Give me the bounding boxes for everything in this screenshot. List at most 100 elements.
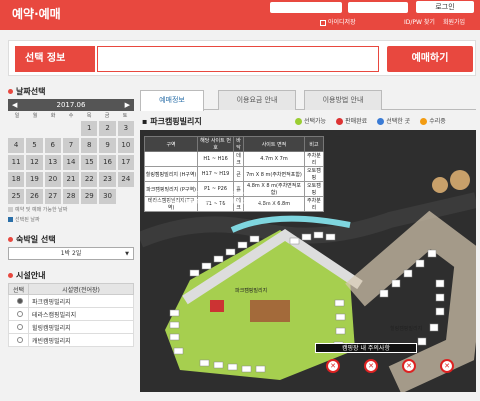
weekday: 토 (122, 113, 128, 119)
next-month-button[interactable]: ▶ (125, 101, 130, 109)
calendar-day[interactable]: 8 (81, 138, 98, 153)
calendar-empty-cell (8, 121, 24, 136)
selection-panel: 선택 정보 예매하기 (8, 40, 476, 76)
stay-value: 1박 2일 (60, 250, 82, 257)
facility-table: 선택 시설명(전어장) 파크캠핑빌리지 테라스캠핑빌리지 힐링캠핑빌리지 캐빈캠핑… (8, 283, 134, 347)
checkbox-icon (320, 19, 326, 26)
legend-marker (295, 118, 302, 125)
calendar-header: ◀ 2017.06 ▶ (8, 99, 134, 111)
caution-item: ✕ (432, 359, 462, 374)
find-id-pw-link[interactable]: ID/PW 찾기 (404, 17, 435, 26)
calendar-day[interactable]: 26 (26, 189, 43, 204)
calendar-day[interactable]: 22 (81, 172, 98, 187)
main-content: 예매정보 이용요금 안내 이용방법 안내 ▪ 파크캠핑빌리지 선택가능 판매완료… (140, 86, 476, 396)
facility-section-title: 시설안내 (8, 270, 134, 283)
legend-available: 예약 및 예매 가능한 날짜 (8, 206, 134, 214)
radio-button[interactable] (17, 324, 23, 330)
top-bar: 예약·예매 로그인 아이디저장 ID/PW 찾기 회원가입 (0, 0, 480, 30)
map-legend: 선택가능 판매완료 선택한 곳 수리중 (295, 116, 446, 125)
table-row[interactable]: 테라스캠핑빌리지 (8, 307, 134, 321)
column-header: 사이트 면적 (243, 136, 305, 152)
calendar-day[interactable]: 6 (44, 138, 61, 153)
column-header: 바닥 (233, 136, 245, 152)
calendar-empty-cell (45, 121, 61, 136)
calendar-day[interactable]: 10 (117, 138, 134, 153)
calendar-day[interactable]: 16 (99, 155, 116, 170)
calendar-day[interactable]: 4 (8, 138, 25, 153)
calendar-day[interactable]: 14 (62, 155, 80, 170)
column-header: 해당 사이트 번호 (197, 136, 235, 152)
table-row[interactable]: 힐링캠핑빌리지 (8, 320, 134, 334)
selection-label: 선택 정보 (15, 46, 95, 72)
save-id-label: 아이디저장 (328, 19, 356, 26)
calendar-day[interactable]: 5 (26, 138, 43, 153)
calendar-day[interactable]: 15 (81, 155, 98, 170)
calendar-day[interactable]: 12 (26, 155, 43, 170)
calendar-day[interactable]: 20 (44, 172, 61, 187)
tab-booking-info[interactable]: 예매정보 (140, 90, 204, 111)
radio-button[interactable] (17, 337, 23, 343)
calendar-day[interactable]: 27 (44, 189, 61, 204)
weekday: 목 (86, 113, 92, 119)
calendar-weekdays: 일 월 화 수 목 금 토 (8, 111, 134, 121)
join-link[interactable]: 회원가입 (443, 17, 465, 26)
weekday: 화 (50, 113, 56, 119)
radio-button[interactable] (17, 298, 23, 304)
calendar-day[interactable]: 11 (8, 155, 25, 170)
table-row[interactable]: 캐빈캠핑빌리지 (8, 333, 134, 347)
calendar-day[interactable]: 9 (99, 138, 116, 153)
login-button[interactable]: 로그인 (416, 1, 474, 13)
date-section-title: 날짜선택 (8, 86, 134, 99)
available-swatch (8, 207, 13, 212)
password-input[interactable] (348, 2, 408, 13)
bullet-icon (8, 89, 13, 94)
legend-selected: 선택된 날짜 (8, 216, 134, 224)
stay-select[interactable]: 1박 2일 ▼ (8, 247, 134, 260)
save-id-checkbox[interactable]: 아이디저장 (320, 17, 356, 26)
weekday: 수 (68, 113, 74, 119)
calendar-day[interactable]: 30 (99, 189, 116, 204)
calendar-grid: 1 2 3 4 5 6 7 8 9 10 11 12 13 14 15 16 17 18 19 20 21 22 23 24 2… (8, 121, 134, 204)
calendar-day[interactable]: 25 (8, 189, 25, 204)
calendar-day[interactable]: 17 (117, 155, 134, 170)
user-id-input[interactable] (270, 2, 342, 13)
legend-available: 선택가능 (295, 116, 326, 125)
calendar-day[interactable]: 28 (62, 189, 80, 204)
tab-fee-guide[interactable]: 이용요금 안내 (218, 90, 296, 110)
tab-bar: 예매정보 이용요금 안내 이용방법 안내 (140, 86, 476, 111)
calendar-day[interactable]: 2 (99, 121, 116, 136)
legend-sold: 판매완료 (336, 116, 367, 125)
calendar-day[interactable]: 1 (81, 121, 98, 136)
left-column: 날짜선택 ◀ 2017.06 ▶ 일 월 화 수 목 금 토 123456789… (8, 86, 134, 401)
calendar-day[interactable]: 21 (62, 172, 80, 187)
weekday: 일 (14, 113, 20, 119)
tab-usage-guide[interactable]: 이용방법 안내 (304, 90, 382, 110)
note: • 사이트 이용요금에는 주차요금(1대)까지 포함되어 있습니다. (146, 199, 276, 205)
map-label-right: 힐링캠핑빌리지 (390, 325, 422, 332)
calendar-day[interactable]: 19 (26, 172, 43, 187)
table-row: H1 ~ H16 데크 4.7m X 7m 주차분리 (143, 151, 325, 167)
calendar-day[interactable]: 24 (117, 172, 134, 187)
calendar-day[interactable]: 13 (44, 155, 61, 170)
column-header: 비고 (303, 136, 325, 152)
reserve-button[interactable]: 예매하기 (387, 46, 473, 72)
calendar-day[interactable]: 18 (8, 172, 25, 187)
bullet-icon (8, 237, 13, 242)
table-row: 힐링캠핑빌리지 (H구역) H17 ~ H19 큰 7m X 8 m(주차면적포함) 오… (143, 166, 325, 182)
prev-month-button[interactable]: ◀ (12, 101, 17, 109)
calendar-day[interactable]: 3 (117, 121, 134, 136)
calendar-day[interactable]: 7 (62, 138, 80, 153)
logo: 예약·예매 (12, 7, 61, 21)
content-title: ▪ 파크캠핑빌리지 (142, 117, 202, 126)
radio-button[interactable] (17, 311, 23, 317)
selected-swatch (8, 217, 13, 222)
notes: • 기준면적은 사이트에 따라 다소 차이가 있을 수 있습니다. • 사이트 … (146, 190, 276, 206)
legend-marker (420, 118, 428, 125)
table-row[interactable]: 파크캠핑빌리지 (8, 294, 134, 308)
chevron-down-icon: ▼ (125, 251, 129, 257)
column-header: 구역 (143, 136, 199, 152)
calendar-day[interactable]: 23 (99, 172, 116, 187)
calendar-day[interactable]: 29 (81, 189, 98, 204)
no-trash-icon: ✕ (440, 359, 454, 373)
map-label-center: 파크캠핑빌리지 (235, 287, 267, 294)
